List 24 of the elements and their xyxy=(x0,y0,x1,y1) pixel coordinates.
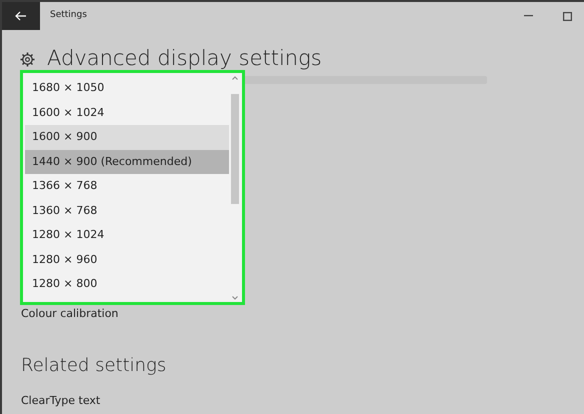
back-arrow-icon xyxy=(15,11,27,21)
dropdown-option[interactable]: 1360 × 768 xyxy=(25,198,229,223)
settings-link[interactable]: ClearType text xyxy=(21,392,584,409)
dropdown-option[interactable]: 1280 × 1024 xyxy=(25,223,229,248)
dropdown-option[interactable]: 1440 × 900 (Recommended) xyxy=(25,150,229,174)
section-heading: Related settings xyxy=(21,354,168,378)
scrollbar-thumb[interactable] xyxy=(231,94,239,204)
dropdown-option[interactable]: 1280 × 960 xyxy=(25,248,229,272)
maximize-icon xyxy=(563,12,572,20)
dropdown-option[interactable]: 1366 × 768 xyxy=(25,174,229,198)
dropdown-option[interactable]: 1600 × 900 xyxy=(25,125,229,150)
dropdown-option[interactable]: 1680 × 1050 xyxy=(25,76,229,100)
scroll-up-icon[interactable] xyxy=(232,76,238,80)
gear-icon xyxy=(20,52,35,66)
back-button[interactable] xyxy=(2,2,40,30)
scroll-down-icon[interactable] xyxy=(232,296,238,300)
page-title: Advanced display settings xyxy=(47,45,322,72)
window-title: Settings xyxy=(50,9,87,22)
maximize-button[interactable] xyxy=(561,10,574,22)
minimize-button[interactable] xyxy=(522,13,535,19)
dropdown-option[interactable]: 1600 × 1024 xyxy=(25,100,229,125)
dropdown-option[interactable]: 1280 × 800 xyxy=(25,272,229,296)
minimize-icon xyxy=(524,15,533,17)
settings-link[interactable]: Colour calibration xyxy=(21,306,584,322)
